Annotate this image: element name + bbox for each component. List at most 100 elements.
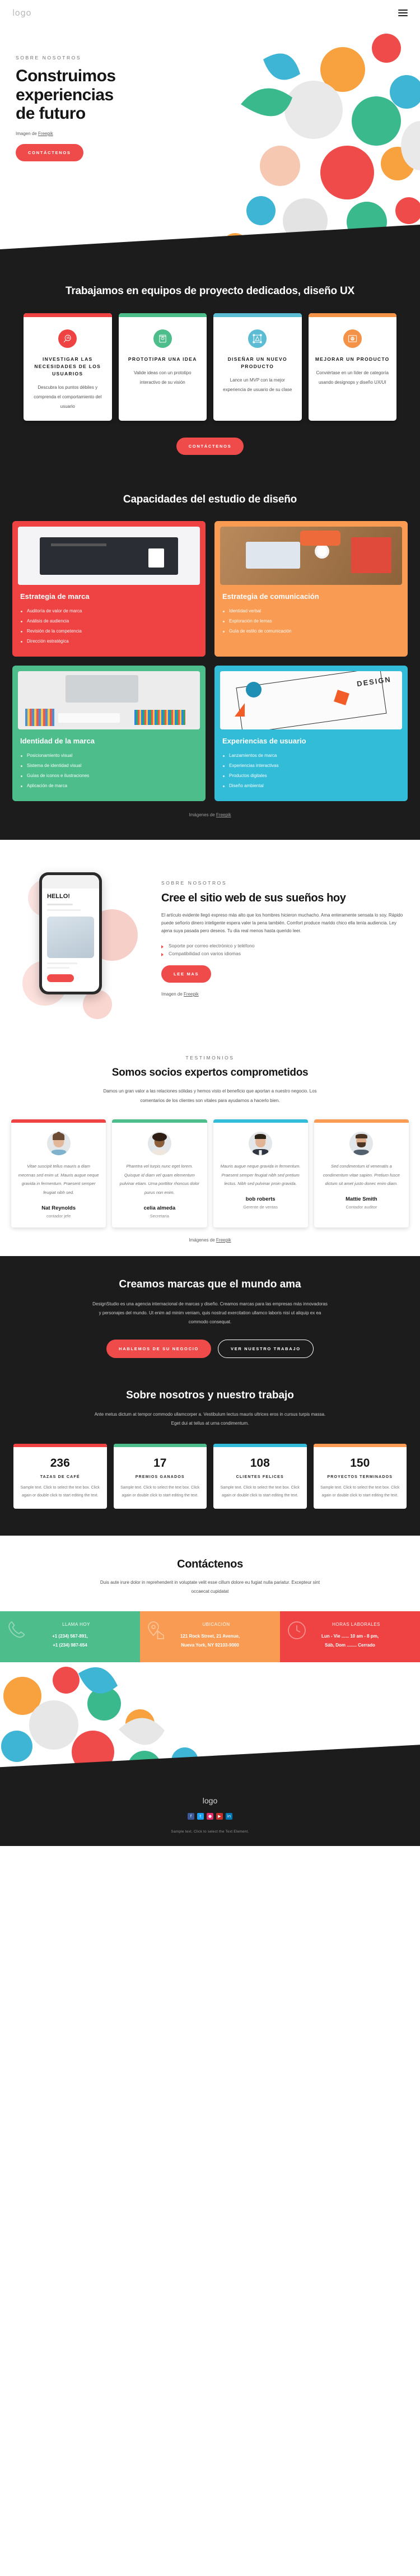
stat-label: CLIENTES FELICES: [236, 1475, 284, 1480]
footer-logo[interactable]: logo: [0, 1796, 420, 1805]
hero-eyebrow: SOBRE NOSOTROS: [16, 55, 82, 61]
testimonial-name: celia almeda: [143, 1205, 176, 1211]
testimonial-card[interactable]: Pharetra vel turpis nunc eget lorem. Qui…: [112, 1119, 207, 1227]
process-card[interactable]: MEJORAR UN PRODUCTO Conviértase en un lí…: [308, 313, 396, 421]
desk-coffee-tablet-photo: [220, 527, 402, 585]
phone-screen: HELLO!: [42, 875, 99, 992]
contact-section: Contáctenos Duis aute irure dolor in rep…: [0, 1535, 420, 1663]
capability-card[interactable]: Estrategia de comunicación Identidad ver…: [214, 521, 408, 657]
site-logo[interactable]: logo: [12, 8, 31, 18]
testimonial-role: Secretaria: [150, 1213, 169, 1219]
testimonial-quote: Mauris augue neque gravida in fermentum.…: [220, 1163, 301, 1187]
list-item: Soporte por correo electrónico y teléfon…: [161, 942, 407, 950]
dream-body: El artículo evidente llegó expreso más a…: [161, 912, 403, 933]
stat-description: Sample text. Click to select the text bo…: [120, 1486, 200, 1498]
list-item: Auditoría de valor de marca: [20, 606, 198, 616]
stat-card[interactable]: 236 TAZAS DE CAFÉ Sample text. Click to …: [13, 1444, 107, 1509]
brands-title: Creamos marcas que el mundo ama: [119, 1278, 301, 1290]
contact-info-bar: LLAMA HOY +1 (234) 567-891, +1 (234) 987-…: [0, 1611, 420, 1663]
hero-title-line-1: Construimos: [16, 67, 116, 85]
hero-angled-divider: [0, 225, 420, 272]
linkedin-icon[interactable]: in: [226, 1813, 232, 1820]
stats-title: Sobre nosotros y nuestro trabajo: [126, 1389, 294, 1401]
contact-info-box: LLAMA HOY +1 (234) 567-891, +1 (234) 987-…: [0, 1611, 140, 1663]
testimonial-name: bob roberts: [245, 1196, 276, 1203]
process-card[interactable]: PROTOTIPAR UNA IDEA Valide ideas con un …: [118, 313, 207, 421]
testimonials-eyebrow: TESTIMONIOS: [185, 1055, 235, 1061]
freepik-link[interactable]: Freepik: [216, 812, 231, 817]
capability-card-list: Posicionamiento visual Sistema de identid…: [20, 751, 198, 791]
facebook-icon[interactable]: f: [188, 1813, 194, 1820]
laptop-dark-website-photo: [18, 527, 200, 585]
process-card-title: MEJORAR UN PRODUCTO: [315, 356, 390, 362]
card-accent-bar: [24, 313, 112, 317]
stat-description: Sample text. Click to select the text bo…: [320, 1486, 400, 1498]
list-item: Análisis de audiencia: [20, 616, 198, 626]
stat-card[interactable]: 17 PREMIOS GANADOS Sample text. Click to…: [113, 1444, 207, 1509]
list-item: Exploración de lemas: [222, 616, 400, 626]
footer-decorative-art: [0, 1662, 420, 1794]
testimonial-quote: Pharetra vel turpis nunc eget lorem. Qui…: [119, 1163, 199, 1196]
card-accent-bar: [314, 1119, 409, 1123]
testimonial-card[interactable]: Mauris augue neque gravida in fermentum.…: [213, 1119, 308, 1227]
card-accent-bar: [112, 1119, 207, 1123]
imac-color-swatches-photo: [18, 671, 200, 730]
process-card-title: INVESTIGAR LAS NECESIDADES DE LOS USUARI…: [34, 356, 101, 377]
hero-contact-button[interactable]: CONTÁCTENOS: [16, 143, 83, 161]
hero-image-credit: Imagen de Freepik: [16, 131, 185, 136]
stat-card[interactable]: 150 PROYECTOS TERMINADOS Sample text. Cl…: [313, 1444, 407, 1509]
dream-read-more-button[interactable]: LEE MAS: [161, 965, 212, 983]
capability-card[interactable]: Identidad de la marca Posicionamiento vi…: [12, 666, 206, 802]
list-item: Guía de estilo de comunicación: [222, 626, 400, 636]
hamburger-icon[interactable]: [398, 10, 408, 16]
brands-section: Creamos marcas que el mundo ama DesignSt…: [0, 1256, 420, 1383]
landing-page: logo SOBRE NOSOTROS Construimos experien…: [0, 0, 420, 1847]
instagram-icon[interactable]: ▶: [216, 1813, 223, 1820]
testimonial-quote: Sed condimentum id venenatis a condiment…: [323, 1163, 400, 1187]
stat-description: Sample text. Click to select the text bo…: [20, 1486, 100, 1498]
freepik-link[interactable]: Freepik: [216, 1238, 231, 1243]
freepik-link[interactable]: Freepik: [184, 992, 199, 997]
contact-info-box: UBICACIÓN 121 Rock Street, 21 Avenue, Nue…: [140, 1611, 280, 1663]
process-contact-button[interactable]: CONTÁCTENOS: [176, 437, 244, 455]
list-item: Productos digitales: [222, 771, 400, 781]
stat-card[interactable]: 108 CLIENTES FELICES Sample text. Click …: [213, 1444, 307, 1509]
process-title: Trabajamos en equipos de proyecto dedica…: [65, 285, 355, 297]
testimonial-card[interactable]: Vitae suscipit tellus mauris a diam mece…: [11, 1119, 106, 1227]
brands-button-row: HABLEMOS DE SU NEGOCIO VER NUESTRO TRABA…: [13, 1339, 407, 1358]
brands-secondary-button[interactable]: VER NUESTRO TRABAJO: [218, 1339, 314, 1358]
brands-body: DesignStudio es una agencia internaciona…: [92, 1301, 328, 1325]
capability-card-list: Lanzamientos de marca Experiencias intera…: [222, 751, 400, 791]
list-item: Dirección estratégica: [20, 636, 198, 647]
woman-bun-avatar: [46, 1131, 71, 1155]
contact-lead: Duis aute irure dolor in reprehenderit i…: [100, 1579, 320, 1594]
credit-prefix: Imagen de: [16, 131, 39, 136]
testimonial-card[interactable]: Sed condimentum id venenatis a condiment…: [314, 1119, 409, 1227]
capability-card[interactable]: Estrategia de marca Auditoría de valor d…: [12, 521, 206, 657]
capability-card[interactable]: DESIGN Experiencias de usuario Lanzamien…: [214, 666, 408, 802]
testimonial-role: contador jefe: [46, 1213, 71, 1219]
card-accent-bar: [11, 1119, 106, 1123]
card-accent-bar: [213, 313, 302, 317]
card-accent-bar: [308, 313, 396, 317]
process-card[interactable]: DISEÑAR UN NUEVO PRODUCTO Lance un MVP c…: [213, 313, 302, 421]
process-section: Trabajamos en equipos de proyecto dedica…: [0, 272, 420, 484]
hero-title-line-3: de futuro: [16, 104, 86, 123]
twitter-icon[interactable]: t: [197, 1813, 204, 1820]
dream-image-credit: Imagen de Freepik: [161, 992, 407, 997]
credit-prefix: Imágenes de: [189, 812, 216, 818]
list-item: Identidad verbal: [222, 606, 400, 616]
brands-primary-button[interactable]: HABLEMOS DE SU NEGOCIO: [106, 1339, 211, 1358]
capability-card-list: Identidad verbal Exploración de lemas Guía…: [222, 606, 400, 636]
capabilities-credit: Imágenes de Freepik: [0, 801, 420, 817]
credit-prefix: Imágenes de: [189, 1237, 216, 1243]
vector-shape-icon: [248, 329, 267, 348]
phone-mockup: HELLO!: [39, 872, 102, 995]
youtube-icon[interactable]: ●: [207, 1813, 213, 1820]
process-card[interactable]: INVESTIGAR LAS NECESIDADES DE LOS USUARI…: [24, 313, 112, 421]
process-card-text: Conviértase en un líder de categoría usa…: [316, 370, 389, 385]
list-item: Experiencias interactivas: [222, 761, 400, 771]
freepik-link[interactable]: Freepik: [38, 131, 53, 136]
hero-title-line-2: experiencias: [16, 85, 114, 104]
testimonials-credit: Imágenes de Freepik: [0, 1238, 420, 1243]
